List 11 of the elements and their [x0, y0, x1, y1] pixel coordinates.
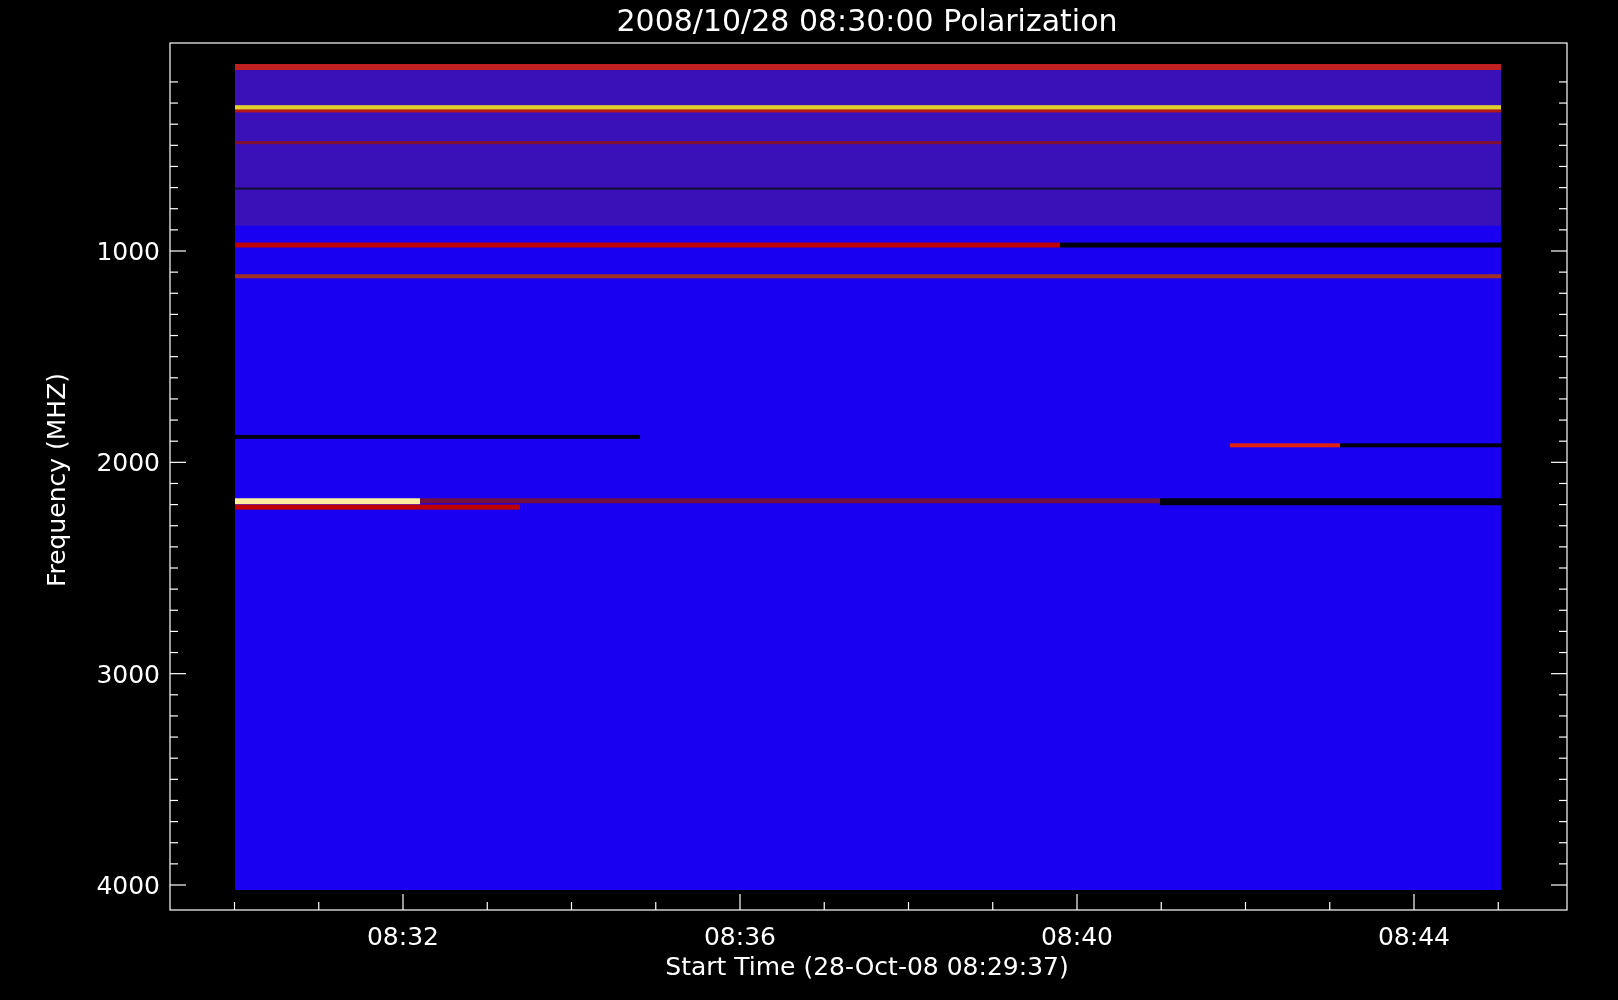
x-tick-label: 08:44 — [1378, 922, 1450, 951]
chart-title: 2008/10/28 08:30:00 Polarization — [616, 3, 1118, 38]
x-tick-label: 08:32 — [367, 922, 439, 951]
x-tick-label: 08:36 — [704, 922, 776, 951]
y-tick-label: 2000 — [96, 448, 160, 478]
x-axis-label: Start Time (28-Oct-08 08:29:37) — [665, 952, 1069, 981]
y-axis-label: Frequency (MHZ) — [42, 372, 71, 588]
x-tick-label: 08:40 — [1041, 922, 1113, 951]
y-tick-label: 1000 — [96, 237, 160, 266]
y-tick-label: 3000 — [96, 659, 160, 689]
y-tick-label: 4000 — [96, 871, 160, 900]
